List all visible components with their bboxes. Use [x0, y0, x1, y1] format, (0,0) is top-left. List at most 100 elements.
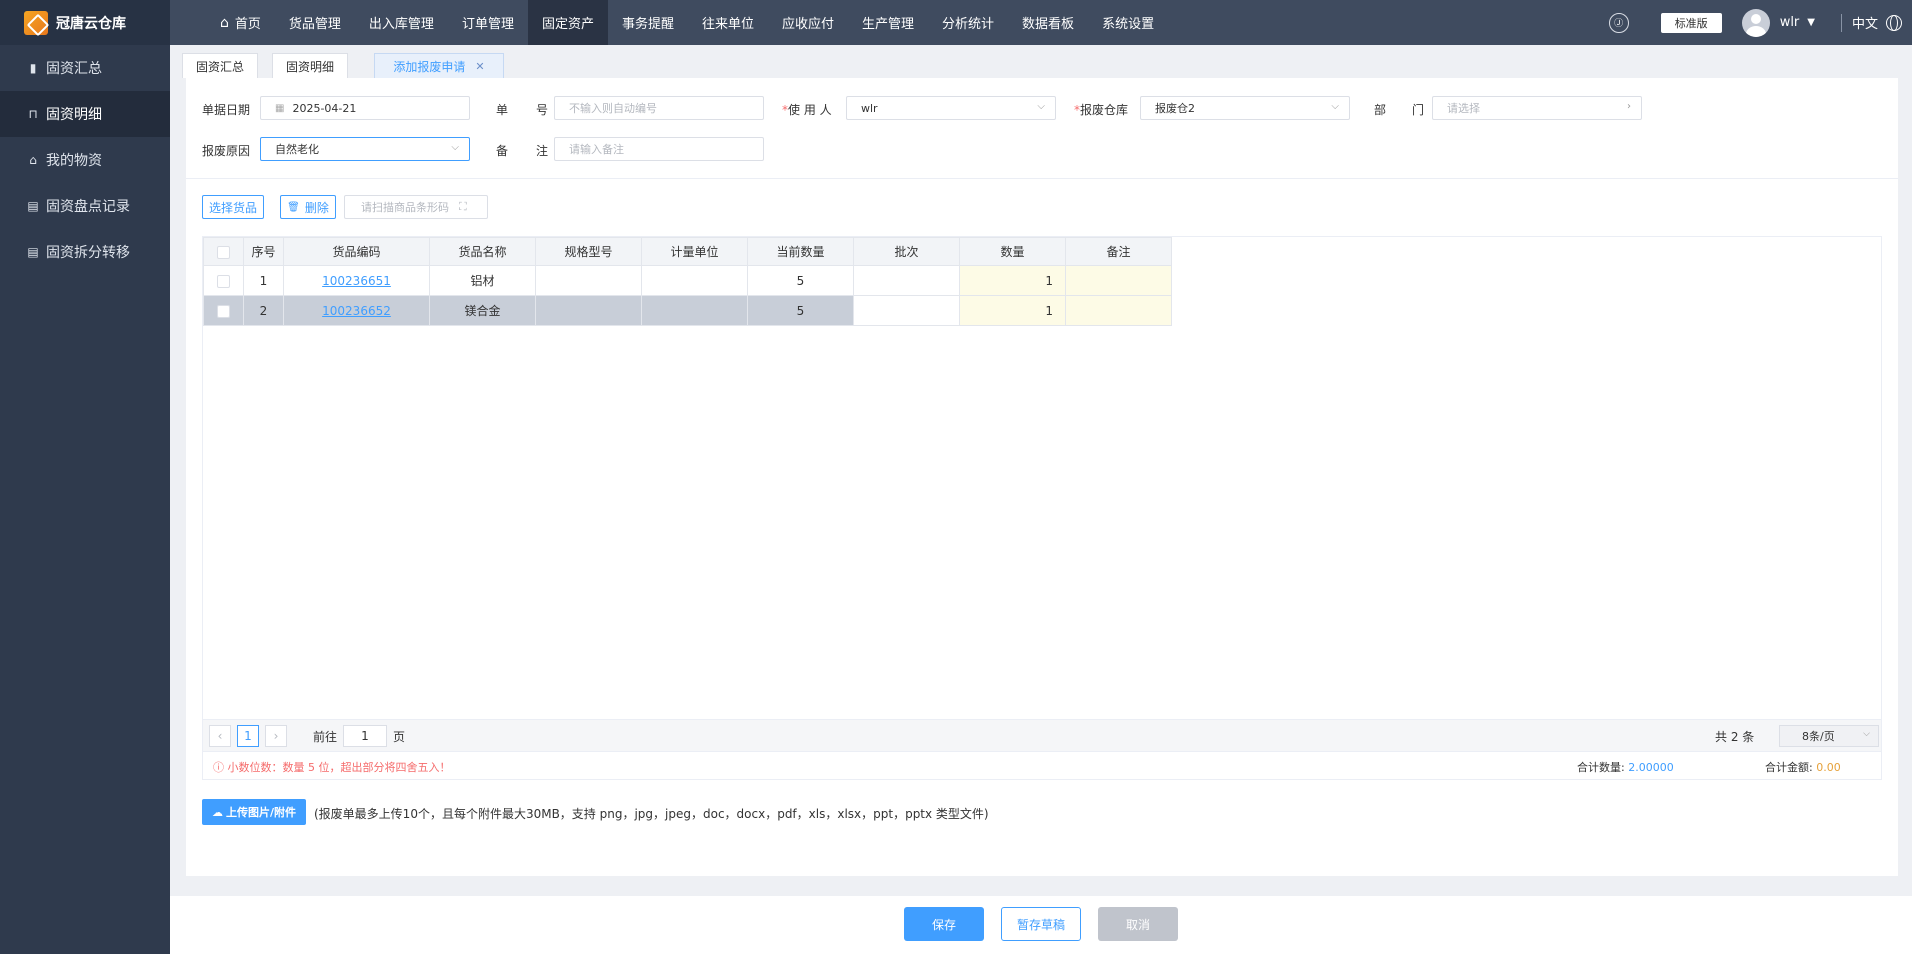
select-all-header[interactable] — [203, 237, 244, 266]
notification-icon[interactable]: Ⓙ — [1608, 12, 1629, 33]
tab-summary[interactable]: 固资汇总 — [182, 53, 258, 78]
sidebar-item-label: 固资汇总 — [46, 61, 102, 77]
total-amt-value: 0.00 — [1816, 761, 1841, 774]
warehouse-label: *报废仓库 — [1074, 101, 1128, 118]
nav-label: 出入库管理 — [368, 17, 434, 32]
tab-label: 固资汇总 — [195, 59, 244, 74]
chevron-down-icon: ⌵ — [451, 142, 459, 153]
total-qty-value: 2.00000 — [1628, 761, 1674, 774]
column-header: 当前数量 — [747, 237, 854, 266]
nav-label: 分析统计 — [942, 17, 995, 32]
remark-input[interactable]: 请输入备注 — [554, 137, 764, 161]
basket-icon: ⌂ — [29, 153, 37, 167]
nav-home[interactable]: ⌂ 首页 — [206, 0, 275, 45]
goods-name: 镁合金 — [429, 295, 536, 326]
language-switch[interactable]: 中文 — [1852, 13, 1878, 32]
nav-production[interactable]: 生产管理 — [848, 0, 928, 45]
sidebar-item-split-transfer[interactable]: ▤ 固资拆分转移 — [0, 229, 170, 275]
dept-placeholder: 请选择 — [1447, 102, 1480, 115]
nav-goods[interactable]: 货品管理 — [275, 0, 355, 45]
batch-cell[interactable] — [853, 295, 960, 326]
nav-reminders[interactable]: 事务提醒 — [608, 0, 688, 45]
tab-detail[interactable]: 固资明细 — [272, 53, 348, 78]
user-name[interactable]: wlr — [1780, 15, 1800, 30]
dept-select[interactable]: 请选择 › — [1432, 96, 1642, 120]
delete-label: 删除 — [304, 200, 329, 215]
summary-bar: ⓘ 小数位数：数量 5 位，超出部分将四舍五入！ 合计数量: 2.00000 合… — [202, 752, 1882, 780]
table-row[interactable]: 1 100236651 铝材 5 1 — [203, 265, 1172, 296]
nav-inout[interactable]: 出入库管理 — [355, 0, 448, 45]
user-select[interactable]: wlr ⌵ — [846, 96, 1056, 120]
date-value: 2025-04-21 — [292, 101, 357, 115]
batch-cell[interactable] — [853, 265, 960, 296]
app-logo[interactable]: 冠唐云仓库 — [0, 0, 170, 45]
row-checkbox[interactable] — [217, 274, 230, 288]
row-select-cell[interactable] — [203, 295, 244, 326]
goods-code-link[interactable]: 100236652 — [283, 295, 430, 326]
select-all-checkbox[interactable] — [217, 245, 230, 259]
cancel-button[interactable]: 取消 — [1098, 907, 1178, 941]
nav-orders[interactable]: 订单管理 — [448, 0, 528, 45]
nav-label: 数据看板 — [1022, 17, 1075, 32]
remark-placeholder: 请输入备注 — [569, 143, 624, 156]
sidebar-item-label: 固资盘点记录 — [46, 199, 130, 215]
reason-label: 报废原因 — [202, 144, 251, 158]
goods-code-link[interactable]: 100236651 — [283, 265, 430, 296]
page-number[interactable]: 1 — [237, 725, 259, 747]
chevron-right-icon: › — [1627, 101, 1631, 112]
table-row[interactable]: 2 100236652 镁合金 5 1 — [203, 295, 1172, 326]
nav-receivables[interactable]: 应收应付 — [768, 0, 848, 45]
prev-page-button[interactable]: ‹ — [209, 725, 231, 747]
globe-icon[interactable] — [1886, 14, 1902, 31]
goto-page-input[interactable]: 1 — [343, 725, 387, 747]
nav-settings[interactable]: 系统设置 — [1088, 0, 1168, 45]
tab-label: 添加报废申请 — [393, 59, 466, 74]
unit-cell — [641, 295, 748, 326]
nav-partners[interactable]: 往来单位 — [688, 0, 768, 45]
edition-badge[interactable]: 标准版 — [1660, 12, 1722, 33]
upload-attachment-button[interactable]: ☁ 上传图片/附件 — [202, 799, 307, 825]
sidebar-item-detail[interactable]: ⊓ 固资明细 — [0, 91, 170, 137]
barcode-scan-input[interactable]: 请扫描商品条形码 ⛶ — [344, 195, 488, 219]
row-select-cell[interactable] — [203, 265, 244, 296]
table-header-row: 序号 货品编码 货品名称 规格型号 计量单位 当前数量 批次 数量 备注 — [203, 237, 1172, 266]
qty-input[interactable]: 1 — [959, 295, 1066, 326]
qty-input[interactable]: 1 — [959, 265, 1066, 296]
nav-label: 应收应付 — [782, 17, 835, 32]
save-draft-button[interactable]: 暂存草稿 — [1001, 907, 1081, 941]
delete-button[interactable]: 🗑 删除 — [280, 195, 336, 219]
total-qty: 合计数量: 2.00000 — [1577, 759, 1674, 775]
tab-add-scrap[interactable]: 添加报废申请 ✕ — [374, 53, 504, 78]
avatar[interactable] — [1741, 8, 1770, 37]
sidebar-item-my-assets[interactable]: ⌂ 我的物资 — [0, 137, 170, 183]
row-checkbox[interactable] — [217, 304, 230, 318]
remark-cell[interactable] — [1065, 265, 1172, 296]
sidebar-item-inventory-records[interactable]: ▤ 固资盘点记录 — [0, 183, 170, 229]
scan-icon: ⛶ — [459, 200, 467, 213]
close-icon[interactable]: ✕ — [475, 60, 484, 73]
nav-label: 系统设置 — [1102, 17, 1155, 32]
nav-label: 事务提醒 — [621, 17, 674, 32]
select-goods-button[interactable]: 选择货品 — [202, 195, 264, 219]
tabs-bar: 固资汇总 固资明细 添加报废申请 ✕ — [170, 45, 1912, 78]
column-header: 货品编码 — [283, 237, 430, 266]
nav-analysis[interactable]: 分析统计 — [928, 0, 1008, 45]
sidebar-item-summary[interactable]: ▮ 固资汇总 — [0, 45, 170, 91]
order-no-input[interactable]: 不输入则自动编号 — [554, 96, 764, 120]
page-size-select[interactable]: 8条/页 ⌵ — [1779, 725, 1879, 747]
pagination: ‹ 1 › 前往 1 页 共 2 条 8条/页 ⌵ — [202, 720, 1882, 752]
caret-down-icon[interactable]: ▼ — [1807, 17, 1815, 28]
clipboard-icon: ▤ — [27, 245, 39, 259]
save-button[interactable]: 保存 — [904, 907, 984, 941]
date-field[interactable]: ▦ 2025-04-21 — [260, 96, 470, 120]
nav-fixed-assets[interactable]: 固定资产 — [527, 0, 608, 45]
remark-label-2: 注 — [536, 144, 549, 158]
total-amount: 合计金额: 0.00 — [1765, 759, 1841, 775]
nav-dashboard[interactable]: 数据看板 — [1008, 0, 1088, 45]
form-divider — [186, 178, 1898, 179]
reason-select[interactable]: 自然老化 ⌵ — [260, 137, 470, 161]
goto-suffix: 页 — [393, 730, 406, 744]
next-page-button[interactable]: › — [265, 725, 287, 747]
warehouse-select[interactable]: 报废仓2 ⌵ — [1140, 96, 1350, 120]
remark-cell[interactable] — [1065, 295, 1172, 326]
